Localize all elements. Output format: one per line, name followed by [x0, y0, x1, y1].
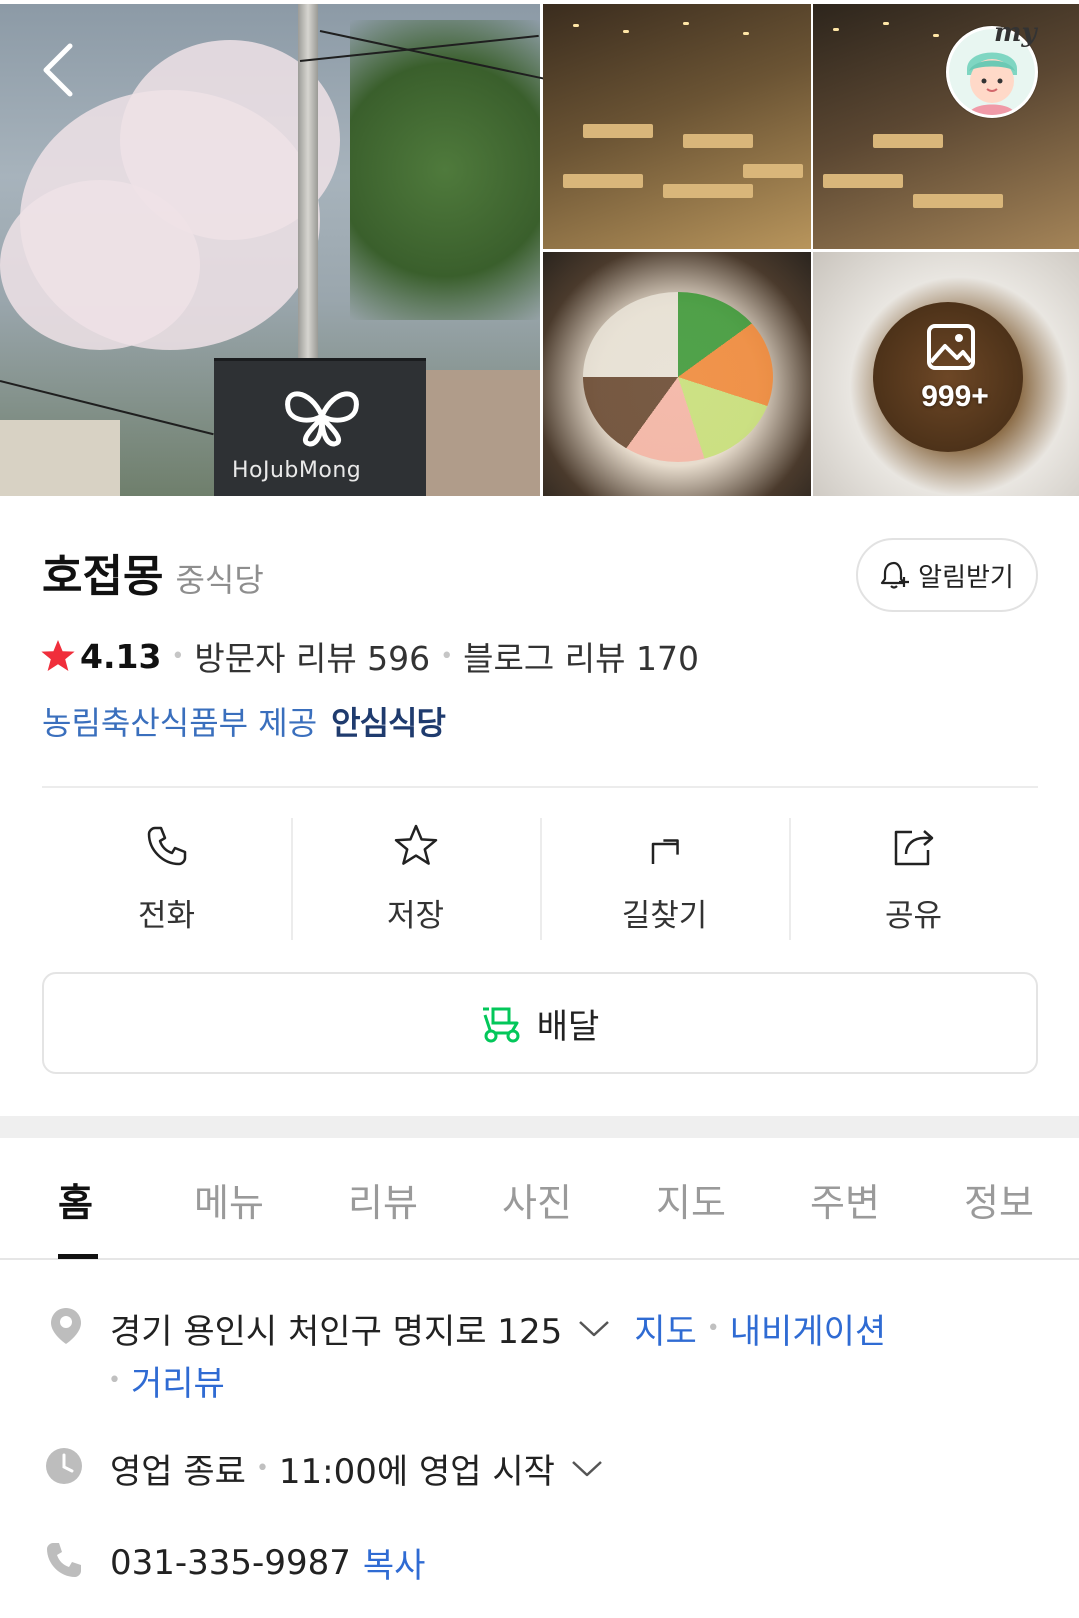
bell-plus-icon [881, 561, 910, 589]
butterfly-logo-icon [285, 391, 359, 447]
delivery-label: 배달 [536, 1006, 600, 1047]
rating-row: 4.13 • 방문자 리뷰 596 • 블로그 리뷰 170 [40, 632, 699, 680]
rating-score: 4.13 [80, 636, 162, 676]
blossom-tree [0, 180, 200, 350]
directions-button[interactable]: 길찾기 [540, 818, 789, 940]
my-badge: my [994, 18, 1037, 48]
tab-photos[interactable]: 사진 [502, 1172, 572, 1227]
rating-star-icon [41, 640, 75, 671]
chevron-down-icon[interactable] [569, 1458, 605, 1480]
place-category: 중식당 [175, 561, 264, 599]
navigation-link[interactable]: 내비게이션 [730, 1304, 886, 1353]
hours-row: 영업 종료 • 11:00에 영업 시작 [110, 1444, 605, 1493]
streetview-link[interactable]: 거리뷰 [131, 1356, 225, 1405]
divider [42, 786, 1038, 788]
tab-home[interactable]: 홈 [58, 1172, 93, 1227]
separator-dot: • [108, 1368, 121, 1393]
place-title: 호접몽 중식당 [42, 540, 264, 604]
save-label: 저장 [386, 898, 445, 934]
call-label: 전화 [137, 898, 196, 934]
tab-map[interactable]: 지도 [656, 1172, 726, 1227]
tab-bar: 홈 메뉴 리뷰 사진 지도 주변 정보 [0, 1138, 1079, 1260]
tab-reviews[interactable]: 리뷰 [348, 1172, 418, 1227]
share-label: 공유 [884, 898, 943, 934]
green-tree [350, 20, 540, 320]
photo-gallery-icon[interactable] [913, 322, 981, 376]
back-arrow-icon[interactable] [38, 40, 82, 100]
photo-interior-1[interactable] [543, 4, 811, 249]
cert-provider: 농림축산식품부 제공 [42, 704, 318, 742]
location-pin-icon [51, 1308, 81, 1344]
address-row: 경기 용인시 처인구 명지로 125 지도 • 내비게이션 [110, 1304, 886, 1353]
directions-label: 길찾기 [621, 898, 708, 934]
share-icon [894, 830, 933, 866]
star-outline-icon [394, 824, 437, 865]
phone-filled-icon [47, 1543, 81, 1577]
tab-info[interactable]: 정보 [964, 1172, 1034, 1227]
sign-text: HoJubMong [232, 458, 362, 483]
copy-link[interactable]: 복사 [363, 1538, 426, 1587]
phone-icon [147, 826, 186, 866]
phone-row: 031-335-9987 복사 [110, 1538, 425, 1587]
call-button[interactable]: 전화 [42, 818, 291, 940]
address-text: 경기 용인시 처인구 명지로 125 [110, 1312, 563, 1352]
wall [426, 370, 540, 496]
safe-restaurant-badge: 안심식당 [331, 704, 446, 742]
delivery-button[interactable]: 배달 [42, 972, 1038, 1074]
streetview-row: • 거리뷰 [108, 1356, 225, 1405]
hours-status: 영업 종료 [110, 1452, 246, 1492]
notify-label: 알림받기 [918, 562, 1014, 593]
clock-icon [46, 1448, 82, 1484]
blog-reviews-link[interactable]: 블로그 리뷰 170 [463, 632, 699, 680]
notify-button[interactable]: 알림받기 [856, 538, 1038, 612]
photo-count[interactable]: 999+ [900, 380, 1010, 414]
photo-dish-1[interactable] [543, 252, 811, 496]
photo-gallery: HoJubMong my 999+ [0, 0, 1079, 496]
hours-detail: 11:00에 영업 시작 [278, 1452, 555, 1492]
separator-dot: • [255, 1456, 269, 1481]
separator-dot: • [171, 643, 185, 669]
map-link[interactable]: 지도 [634, 1304, 697, 1353]
section-separator [0, 1116, 1079, 1138]
place-name: 호접몽 [42, 551, 164, 602]
active-tab-indicator [58, 1254, 98, 1259]
separator-dot: • [706, 1316, 720, 1341]
delivery-scooter-icon [482, 1007, 520, 1043]
save-button[interactable]: 저장 [291, 818, 540, 940]
certification-row[interactable]: 농림축산식품부 제공 안심식당 [42, 698, 446, 744]
phone-number[interactable]: 031-335-9987 [110, 1543, 351, 1583]
building [0, 420, 120, 496]
visitor-reviews-link[interactable]: 방문자 리뷰 596 [194, 632, 430, 680]
tab-menu[interactable]: 메뉴 [194, 1172, 264, 1227]
separator-dot: • [440, 643, 454, 669]
action-bar: 전화 저장 길찾기 공유 [42, 818, 1038, 940]
directions-icon [651, 839, 679, 864]
tab-nearby[interactable]: 주변 [810, 1172, 880, 1227]
photo-interior-2[interactable] [813, 4, 1079, 249]
share-button[interactable]: 공유 [789, 818, 1038, 940]
dish [583, 292, 773, 462]
chevron-down-icon[interactable] [576, 1318, 612, 1340]
